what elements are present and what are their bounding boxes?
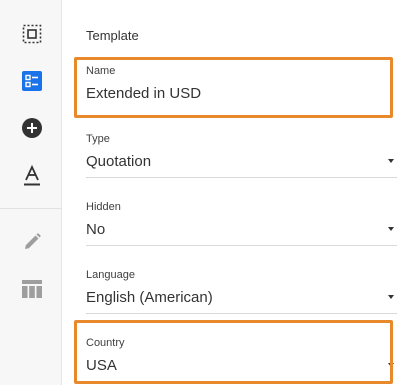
section-title: Template (86, 28, 139, 43)
language-value[interactable]: English (American) (86, 289, 213, 306)
sidebar-item-layout[interactable] (16, 65, 48, 97)
field-underline (86, 177, 397, 178)
sidebar-item-add[interactable] (16, 112, 48, 144)
field-underline (86, 313, 397, 314)
list-layout-icon (22, 71, 42, 91)
sidebar-separator (0, 208, 61, 209)
hidden-value[interactable]: No (86, 221, 105, 238)
text-format-icon (24, 165, 40, 186)
hidden-label: Hidden (86, 201, 121, 213)
country-label: Country (86, 337, 125, 349)
chevron-down-icon[interactable] (388, 227, 394, 231)
sidebar-item-edit[interactable] (16, 226, 48, 258)
country-value[interactable]: USA (86, 357, 117, 374)
table-icon (22, 280, 42, 298)
sidebar-item-text[interactable] (16, 160, 48, 192)
hidden-select[interactable]: Hidden No (86, 201, 397, 249)
chevron-down-icon[interactable] (388, 363, 394, 367)
sidebar-item-select[interactable] (16, 18, 48, 50)
select-frame-icon (22, 24, 42, 44)
type-select[interactable]: Type Quotation (86, 133, 397, 181)
pencil-icon (25, 233, 41, 249)
chevron-down-icon[interactable] (388, 159, 394, 163)
chevron-down-icon[interactable] (388, 295, 394, 299)
properties-panel: Template Name Extended in USD Type Quota… (62, 0, 397, 385)
name-field[interactable]: Name Extended in USD (86, 65, 397, 113)
language-label: Language (86, 269, 135, 281)
sidebar-item-table[interactable] (16, 273, 48, 305)
language-select[interactable]: Language English (American) (86, 269, 397, 317)
add-circle-icon (22, 118, 42, 138)
template-editor: Template Name Extended in USD Type Quota… (0, 0, 397, 385)
sidebar (0, 0, 62, 385)
name-label: Name (86, 65, 116, 77)
type-label: Type (86, 133, 110, 145)
type-value[interactable]: Quotation (86, 153, 151, 170)
name-value[interactable]: Extended in USD (86, 85, 201, 102)
country-select[interactable]: Country USA (86, 337, 397, 385)
field-underline (86, 245, 397, 246)
